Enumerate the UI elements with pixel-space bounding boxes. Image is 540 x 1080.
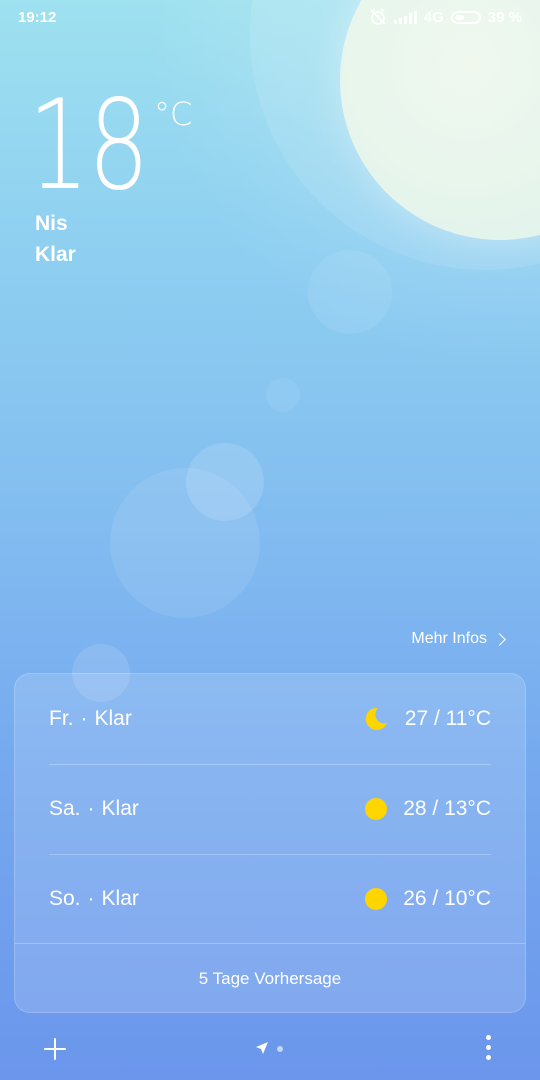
current-condition: Klar bbox=[35, 243, 76, 266]
battery-icon bbox=[450, 10, 481, 24]
forecast-condition: Klar bbox=[101, 797, 139, 820]
add-icon[interactable] bbox=[42, 1036, 68, 1062]
city-name[interactable]: Nis bbox=[35, 212, 68, 236]
sun-icon bbox=[365, 888, 388, 910]
alarm-off-icon bbox=[370, 8, 386, 25]
forecast-day-info: Sa. · Klar bbox=[49, 797, 139, 821]
forecast-day: Sa. bbox=[49, 797, 81, 820]
forecast-day: Fr. bbox=[49, 707, 74, 730]
bokeh-light bbox=[186, 443, 264, 521]
separator-dot: · bbox=[87, 887, 95, 910]
page-indicator-dot bbox=[277, 1046, 283, 1052]
forecast-range: 27 / 11°C bbox=[404, 707, 491, 730]
forecast-row[interactable]: Sa. · Klar 28 / 13°C bbox=[49, 764, 491, 854]
current-temperature: 18 bbox=[28, 74, 150, 218]
location-icon[interactable] bbox=[255, 1041, 269, 1055]
status-time: 19:12 bbox=[18, 8, 57, 26]
bokeh-light bbox=[266, 378, 300, 412]
moon-icon bbox=[365, 707, 387, 730]
temperature-unit: °C bbox=[154, 95, 193, 133]
more-icon[interactable] bbox=[485, 1035, 493, 1061]
separator-dot: · bbox=[87, 797, 95, 820]
network-type: 4G bbox=[423, 8, 444, 26]
forecast-range: 28 / 13°C bbox=[403, 797, 491, 820]
sun-graphic bbox=[340, 0, 540, 240]
forecast-row[interactable]: So. · Klar 26 / 10°C bbox=[49, 854, 491, 944]
five-day-forecast-button[interactable]: 5 Tage Vorhersage bbox=[15, 944, 525, 1014]
more-infos-label: Mehr Infos bbox=[411, 630, 487, 647]
chevron-right-icon bbox=[493, 632, 506, 646]
bottom-bar bbox=[0, 1020, 540, 1076]
forecast-temps: 26 / 10°C bbox=[365, 887, 491, 911]
signal-icon bbox=[393, 10, 417, 24]
forecast-day-info: Fr. · Klar bbox=[49, 707, 132, 731]
forecast-condition: Klar bbox=[101, 887, 139, 910]
more-infos-link[interactable]: Mehr Infos bbox=[411, 630, 506, 648]
separator-dot: · bbox=[80, 707, 88, 730]
battery-level-fill bbox=[454, 14, 464, 20]
sun-halo-inner bbox=[250, 0, 540, 270]
bokeh-light bbox=[110, 468, 260, 618]
sun-icon bbox=[365, 798, 388, 820]
forecast-temps: 28 / 13°C bbox=[365, 797, 491, 821]
bokeh-light bbox=[308, 250, 392, 334]
forecast-condition: Klar bbox=[94, 707, 132, 730]
status-icons: 4G 39 % bbox=[369, 8, 522, 26]
forecast-card: Fr. · Klar 27 / 11°C Sa. · Klar 28 / 13°… bbox=[14, 673, 526, 1013]
forecast-day: So. bbox=[49, 887, 81, 910]
forecast-day-info: So. · Klar bbox=[49, 887, 139, 911]
status-bar: 19:12 4G 39 % bbox=[0, 0, 540, 34]
forecast-range: 26 / 10°C bbox=[403, 887, 491, 910]
forecast-temps: 27 / 11°C bbox=[363, 706, 491, 732]
battery-percent: 39 % bbox=[487, 8, 522, 26]
sun-halo bbox=[138, 0, 540, 380]
forecast-row[interactable]: Fr. · Klar 27 / 11°C bbox=[49, 674, 491, 764]
